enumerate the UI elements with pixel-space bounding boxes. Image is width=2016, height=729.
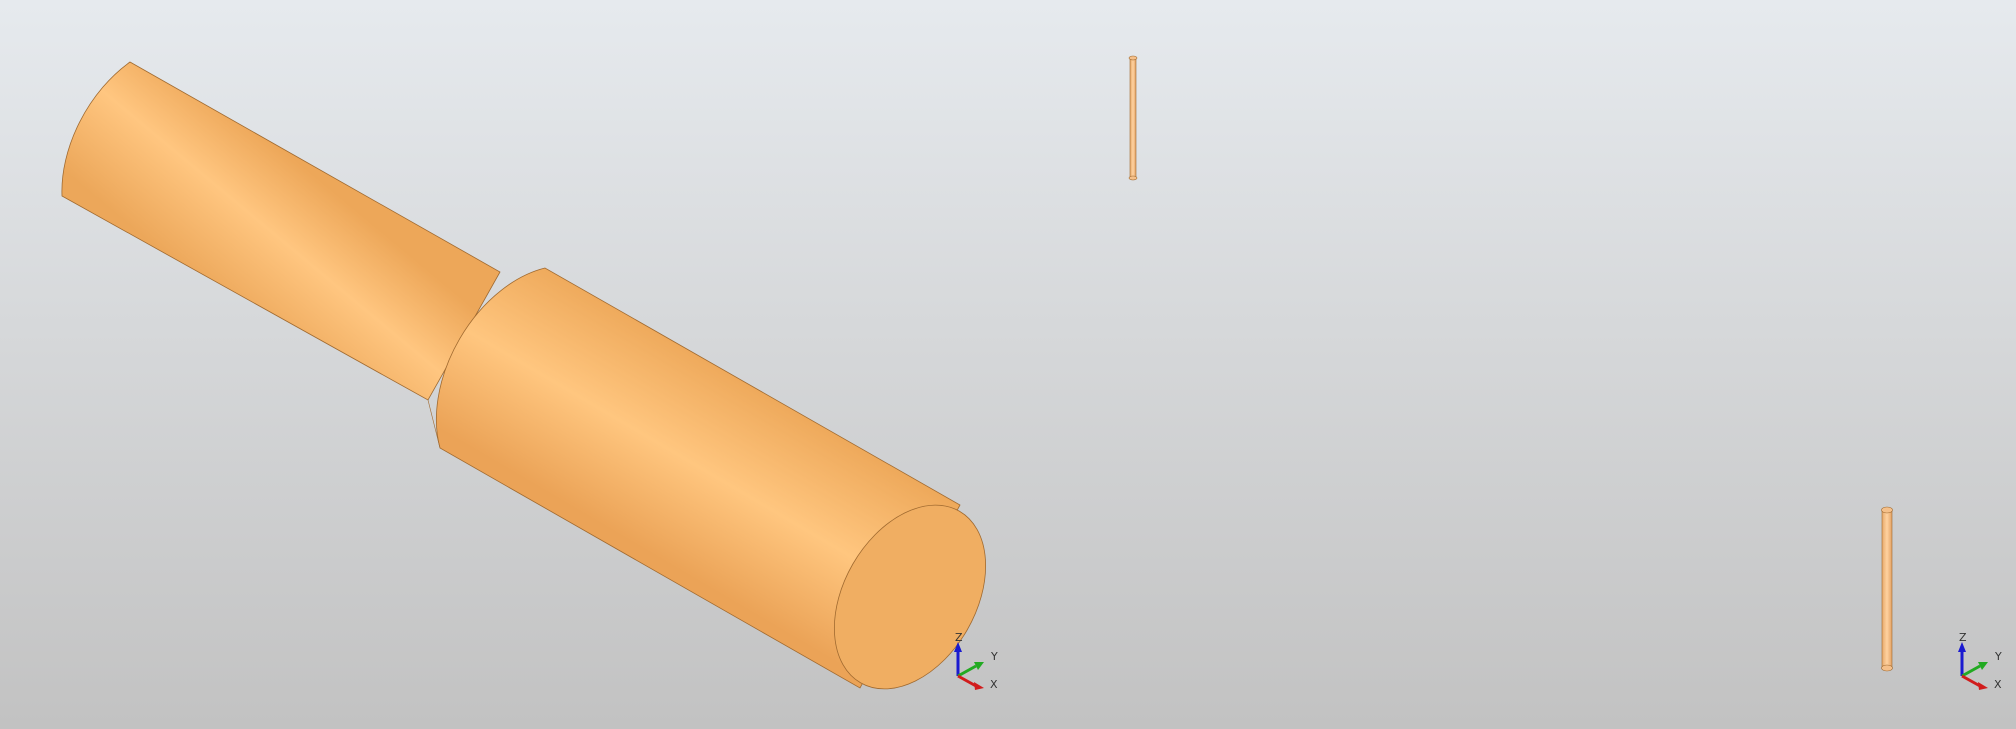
axis-x-label: X [990, 678, 998, 690]
axis-z-label: Z [955, 631, 963, 644]
axis-y-label: Y [990, 650, 998, 663]
axis-triad-left: Z Y X [954, 631, 998, 690]
axis-x-label: X [1994, 678, 2002, 690]
rod-top[interactable] [1128, 55, 1138, 181]
axis-triad-right: Z Y X [1958, 631, 2002, 690]
rod-bottom[interactable] [1881, 506, 1893, 672]
shaft-side-view-model[interactable] [1008, 0, 2016, 729]
axis-z-label: Z [1959, 631, 1967, 644]
axis-y-label: Y [1994, 650, 2002, 663]
stepped-shaft-model[interactable] [0, 0, 1008, 729]
shaft-small-section[interactable] [61, 61, 501, 401]
viewport-right[interactable]: Z Y X [1008, 0, 2016, 729]
viewport-left[interactable]: Z Y X [0, 0, 1008, 729]
